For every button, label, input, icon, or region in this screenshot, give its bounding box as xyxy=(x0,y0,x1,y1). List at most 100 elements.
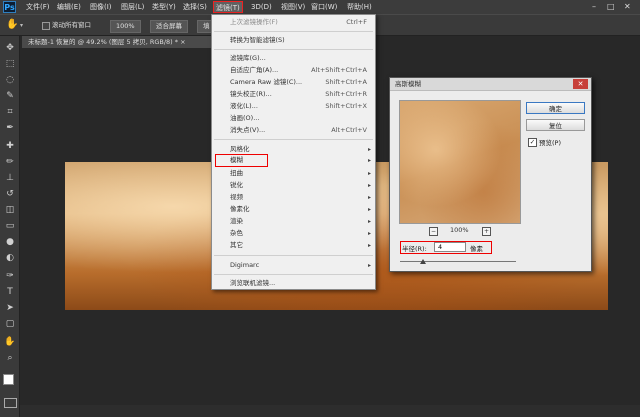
preview-label: 预览(P) xyxy=(539,139,561,147)
stamp-icon[interactable]: ⊥ xyxy=(3,172,17,184)
menu-item-distort[interactable]: 扭曲 xyxy=(230,168,243,179)
menu-filter[interactable]: 滤镜(T) xyxy=(213,1,243,13)
submenu-arrow-icon: ▸ xyxy=(367,242,371,249)
menu-item-smart-filter[interactable]: 转换为智能滤镜(S) xyxy=(230,35,285,46)
healing-icon[interactable]: ✚ xyxy=(3,140,17,152)
zoom-icon[interactable]: ⌕ xyxy=(3,352,17,364)
blur-preview[interactable] xyxy=(399,100,521,224)
radius-slider[interactable] xyxy=(400,261,516,262)
menu-item-pixelate[interactable]: 像素化 xyxy=(230,204,250,215)
document-tab[interactable]: 未标题-1 恢复的 @ 49.2% (图层 5 拷贝, RGB/8) * × xyxy=(22,36,216,48)
radius-slider-thumb[interactable] xyxy=(420,259,427,264)
menu-item-adaptive-wide-angle[interactable]: 自适应广角(A)... xyxy=(230,65,278,76)
photoshop-logo: Ps xyxy=(3,1,16,13)
zoom-in-icon[interactable]: + xyxy=(482,227,491,236)
menu-item-liquify[interactable]: 液化(L)... xyxy=(230,101,258,112)
submenu-arrow-icon: ▸ xyxy=(367,218,371,225)
menu-item-filter-gallery[interactable]: 滤镜库(G)... xyxy=(230,53,266,64)
minimize-icon[interactable]: – xyxy=(592,0,596,14)
eyedropper-icon[interactable]: ✒ xyxy=(3,122,17,134)
submenu-arrow-icon: ▸ xyxy=(367,182,371,189)
tool-preset-chevron-icon[interactable]: ▾ xyxy=(20,22,23,29)
menu-image[interactable]: 图像(I) xyxy=(90,1,112,13)
hand-icon[interactable]: ✋ xyxy=(3,336,17,348)
ok-button[interactable]: 确定 xyxy=(526,102,585,114)
path-select-icon[interactable]: ➤ xyxy=(3,302,17,314)
menu-item-last-filter[interactable]: 上次滤镜操作(F) xyxy=(230,17,278,28)
menu-item-camera-raw[interactable]: Camera Raw 滤镜(C)... xyxy=(230,77,302,88)
zoom-out-icon[interactable]: − xyxy=(429,227,438,236)
dialog-title[interactable]: 高斯模糊 xyxy=(390,78,591,91)
close-icon[interactable]: ✕ xyxy=(573,79,588,89)
menu-item-render[interactable]: 渲染 xyxy=(230,216,243,227)
shortcut-adaptive-wide-angle: Alt+Shift+Ctrl+A xyxy=(311,66,367,74)
shape-icon[interactable]: ▢ xyxy=(3,318,17,330)
menu-help[interactable]: 帮助(H) xyxy=(347,1,372,13)
menu-item-lens-correction[interactable]: 镜头校正(R)... xyxy=(230,89,272,100)
shortcut-camera-raw: Shift+Ctrl+A xyxy=(325,78,367,86)
shortcut-liquify: Shift+Ctrl+X xyxy=(325,102,367,110)
menu-item-noise[interactable]: 杂色 xyxy=(230,228,243,239)
pen-icon[interactable]: ✑ xyxy=(3,270,17,282)
menu-3d[interactable]: 3D(D) xyxy=(251,1,272,13)
submenu-arrow-icon: ▸ xyxy=(367,170,371,177)
quick-select-icon[interactable]: ✎ xyxy=(3,90,17,102)
brush-icon[interactable]: ✏ xyxy=(3,156,17,168)
radius-unit: 像素 xyxy=(470,245,483,253)
menu-select[interactable]: 选择(S) xyxy=(183,1,207,13)
radius-label: 半径(R): xyxy=(402,245,427,253)
menu-layer[interactable]: 图层(L) xyxy=(121,1,144,13)
submenu-arrow-icon: ▸ xyxy=(367,194,371,201)
menu-window[interactable]: 窗口(W) xyxy=(311,1,337,13)
quick-mask-icon[interactable] xyxy=(4,398,17,408)
menu-type[interactable]: 类型(Y) xyxy=(152,1,176,13)
gradient-icon[interactable]: ▭ xyxy=(3,220,17,232)
menu-item-other[interactable]: 其它 xyxy=(230,240,243,251)
scroll-all-label: 滚动所有窗口 xyxy=(52,21,91,29)
close-icon[interactable]: ✕ xyxy=(624,0,631,14)
foreground-color-swatch[interactable] xyxy=(3,374,14,385)
fit-screen-button[interactable]: 适合屏幕 xyxy=(150,20,188,33)
menu-separator xyxy=(214,255,373,256)
menu-separator xyxy=(214,49,373,50)
menu-item-digimarc[interactable]: Digimarc xyxy=(230,260,259,271)
submenu-arrow-icon: ▸ xyxy=(367,230,371,237)
submenu-arrow-icon: ▸ xyxy=(367,146,371,153)
submenu-arrow-icon: ▸ xyxy=(367,262,371,269)
gaussian-blur-dialog: 高斯模糊 ✕ − 100% + 确定 复位 ✓ 预览(P) 半径(R): 4 像… xyxy=(389,77,592,272)
hand-tool-icon[interactable]: ✋ xyxy=(6,19,18,30)
zoom-100-button[interactable]: 100% xyxy=(110,20,141,33)
preview-checkbox[interactable]: ✓ xyxy=(528,138,537,147)
menu-separator xyxy=(214,139,373,140)
menu-edit[interactable]: 编辑(E) xyxy=(57,1,81,13)
type-icon[interactable]: T xyxy=(3,286,17,298)
menu-bar: Ps 文件(F) 编辑(E) 图像(I) 图层(L) 类型(Y) 选择(S) 滤… xyxy=(0,0,640,14)
menu-view[interactable]: 视图(V) xyxy=(281,1,305,13)
lasso-icon[interactable]: ◌ xyxy=(3,74,17,86)
radius-input[interactable]: 4 xyxy=(434,242,466,252)
menu-item-last-filter-shortcut: Ctrl+F xyxy=(346,18,367,26)
menu-item-browse-filters[interactable]: 浏览联机滤镜... xyxy=(230,278,275,289)
crop-icon[interactable]: ⌗ xyxy=(3,106,17,118)
eraser-icon[interactable]: ◫ xyxy=(3,204,17,216)
menu-item-vanishing-point[interactable]: 消失点(V)... xyxy=(230,125,265,136)
history-brush-icon[interactable]: ↺ xyxy=(3,188,17,200)
menu-item-sharpen[interactable]: 锐化 xyxy=(230,180,243,191)
status-bar xyxy=(20,405,640,417)
menu-item-oil-paint[interactable]: 油画(O)... xyxy=(230,113,259,124)
move-tool-icon[interactable]: ✥ xyxy=(3,42,17,54)
menu-item-video[interactable]: 视频 xyxy=(230,192,243,203)
menu-item-blur[interactable]: 模糊 xyxy=(230,155,243,166)
scroll-all-checkbox[interactable] xyxy=(42,22,50,30)
dodge-icon[interactable]: ◐ xyxy=(3,252,17,264)
shortcut-lens-correction: Shift+Ctrl+R xyxy=(325,90,367,98)
menu-file[interactable]: 文件(F) xyxy=(26,1,50,13)
tools-panel: ✥ ⬚ ◌ ✎ ⌗ ✒ ✚ ✏ ⊥ ↺ ◫ ▭ ● ◐ ✑ T ➤ ▢ ✋ ⌕ xyxy=(0,36,20,417)
blur-icon[interactable]: ● xyxy=(3,236,17,248)
maximize-icon[interactable]: □ xyxy=(607,0,615,14)
reset-button[interactable]: 复位 xyxy=(526,119,585,131)
menu-separator xyxy=(214,274,373,275)
submenu-arrow-icon: ▸ xyxy=(367,206,371,213)
marquee-icon[interactable]: ⬚ xyxy=(3,58,17,70)
filter-menu-dropdown: 上次滤镜操作(F) Ctrl+F 转换为智能滤镜(S) 滤镜库(G)... 自适… xyxy=(211,14,376,290)
